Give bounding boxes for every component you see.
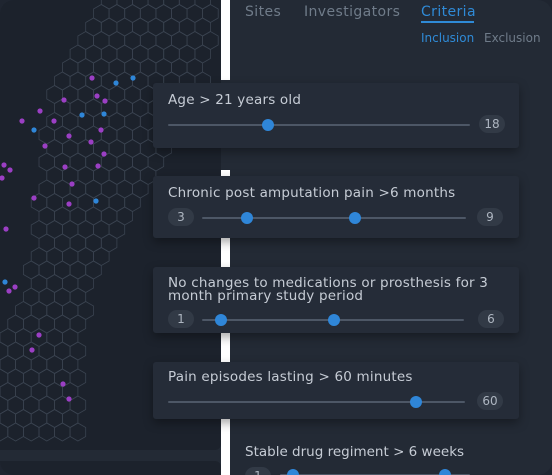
panel-separator-top [221, 0, 230, 80]
slider-track[interactable] [168, 124, 470, 126]
slider-knob-max[interactable] [439, 469, 451, 475]
max-value-pill: 18 [479, 115, 505, 133]
subtab-exclusion[interactable]: Exclusion [484, 31, 541, 45]
site-marker-purple[interactable] [7, 167, 13, 173]
site-marker-blue[interactable] [79, 112, 85, 118]
criterion-label-stable-drug: Stable drug regiment > 6 weeks [245, 444, 465, 460]
site-marker-purple[interactable] [94, 93, 100, 99]
site-marker-purple[interactable] [66, 201, 72, 207]
site-marker-purple[interactable] [3, 226, 9, 232]
slider-knob-max[interactable] [328, 314, 340, 326]
hex-cell [54, 422, 71, 442]
slider-knob-min[interactable] [215, 314, 227, 326]
hex-cell [22, 422, 40, 442]
site-marker-purple[interactable] [36, 332, 42, 338]
site-marker-purple[interactable] [19, 118, 25, 124]
site-marker-blue[interactable] [113, 80, 119, 86]
hex-cell [132, 0, 149, 10]
hex-cell [100, 0, 118, 10]
site-marker-purple[interactable] [1, 162, 7, 168]
criterion-card-pain-episodes: Pain episodes lasting > 60 minutes 60 [153, 362, 519, 419]
criterion-label: Pain episodes lasting > 60 minutes [168, 369, 413, 385]
hex-cell [7, 422, 24, 442]
site-marker-blue[interactable] [93, 198, 99, 204]
hex-cell [147, 0, 165, 10]
hex-cell [163, 0, 180, 10]
site-marker-purple[interactable] [69, 181, 75, 187]
site-marker-purple[interactable] [62, 164, 68, 170]
min-value-pill: 1 [168, 310, 194, 328]
site-marker-purple[interactable] [61, 97, 67, 103]
slider-knob-max[interactable] [349, 212, 361, 224]
site-marker-purple[interactable] [37, 108, 43, 114]
site-marker-purple[interactable] [42, 143, 48, 149]
hex-cell [69, 422, 87, 442]
site-marker-purple[interactable] [95, 163, 101, 169]
criterion-label: Age > 21 years old [168, 92, 302, 108]
subtab-inclusion[interactable]: Inclusion [421, 31, 474, 45]
hex-cell [0, 422, 9, 442]
site-marker-blue[interactable] [130, 75, 136, 81]
tab-sites[interactable]: Sites [245, 4, 281, 20]
site-marker-purple[interactable] [29, 347, 35, 353]
hex-cell [178, 0, 196, 10]
criterion-card-chronic-pain: Chronic post amputation pain >6 months 3… [153, 176, 519, 238]
site-marker-blue[interactable] [2, 279, 8, 285]
site-marker-purple[interactable] [102, 98, 108, 104]
criterion-label: Chronic post amputation pain >6 months [168, 185, 456, 201]
site-marker-purple[interactable] [12, 284, 18, 290]
active-tab-underline [421, 21, 474, 23]
site-marker-purple[interactable] [88, 139, 94, 145]
criterion-card-medications: No changes to medications or prosthesis … [153, 267, 519, 333]
site-marker-purple[interactable] [89, 75, 95, 81]
min-value-pill: 3 [168, 208, 194, 226]
site-marker-purple[interactable] [98, 127, 104, 133]
max-value-pill: 6 [478, 310, 504, 328]
max-value-pill: 9 [477, 208, 503, 226]
site-marker-purple[interactable] [0, 175, 5, 181]
slider-knob[interactable] [262, 119, 274, 131]
hex-cell [116, 0, 133, 10]
slider-knob[interactable] [410, 396, 422, 408]
site-marker-purple[interactable] [6, 288, 12, 294]
bottom-left-panel [0, 461, 221, 475]
tab-criteria[interactable]: Criteria [421, 4, 476, 20]
site-marker-blue[interactable] [101, 111, 107, 117]
site-marker-purple[interactable] [60, 381, 66, 387]
site-marker-purple[interactable] [51, 118, 57, 124]
site-marker-purple[interactable] [66, 133, 72, 139]
slider-knob-min[interactable] [241, 212, 253, 224]
tab-investigators[interactable]: Investigators [304, 4, 400, 20]
criterion-label-line2: month primary study period [168, 288, 364, 304]
slider-knob-min[interactable] [287, 469, 299, 475]
hex-cell [194, 0, 211, 10]
site-marker-purple[interactable] [66, 396, 72, 402]
site-marker-purple[interactable] [101, 151, 107, 157]
max-value-pill: 60 [477, 392, 503, 410]
hex-cell [38, 422, 55, 442]
criterion-card-age: Age > 21 years old 18 [153, 83, 519, 148]
min-value-pill: 1 [245, 467, 271, 475]
site-marker-purple[interactable] [31, 195, 37, 201]
app-window: Sites Investigators Criteria Inclusion E… [0, 0, 552, 475]
site-marker-blue[interactable] [31, 127, 37, 133]
